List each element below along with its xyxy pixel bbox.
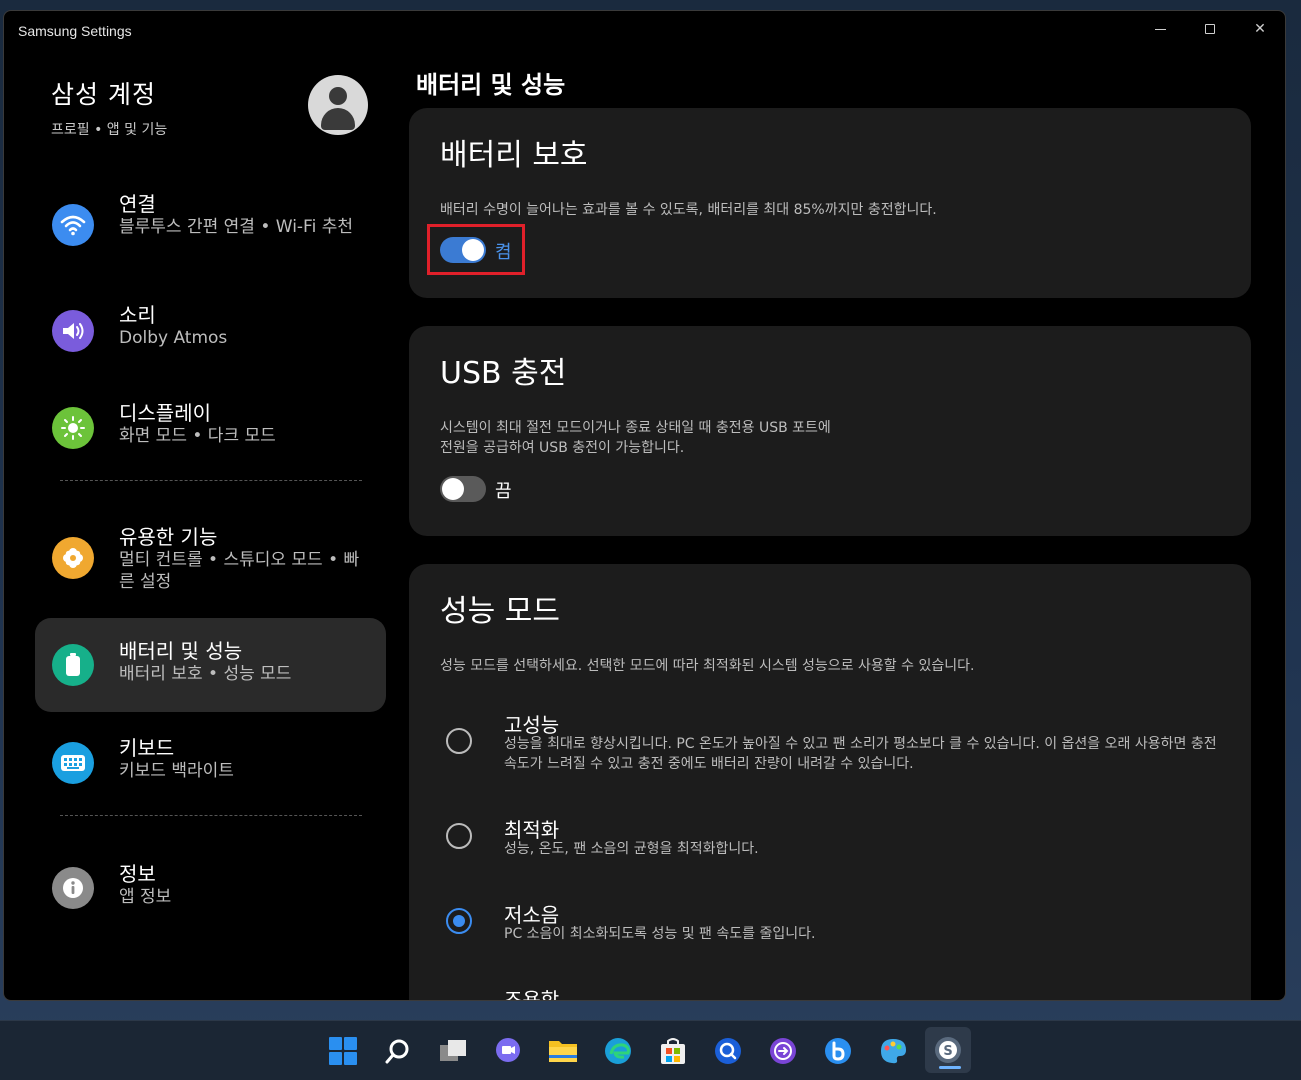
battery-protection-card: 배터리 보호 배터리 수명이 늘어나는 효과를 볼 수 있도록, 배터리를 최대… (409, 108, 1251, 298)
title-bar: Samsung Settings ✕ (4, 11, 1285, 51)
option-title: 조용함 (504, 988, 560, 1001)
sidebar-item-battery-performance[interactable]: 배터리 및 성능 배터리 보호 • 성능 모드 (35, 618, 386, 712)
task-view-icon[interactable] (435, 1033, 471, 1069)
sidebar: 삼성 계정 프로필 • 앱 및 기능 연결 블루투스 간편 연결 • Wi-Fi… (4, 51, 404, 1000)
quick-search-icon[interactable] (710, 1033, 746, 1069)
sun-icon (52, 407, 94, 449)
radio-dot (453, 915, 465, 927)
card-description: 전원을 공급하여 USB 충전이 가능합니다. (440, 440, 685, 456)
window-title: Samsung Settings (18, 23, 132, 39)
sidebar-item-display[interactable]: 디스플레이 화면 모드 • 다크 모드 (35, 391, 386, 465)
close-icon: ✕ (1254, 21, 1266, 37)
paint-icon[interactable] (875, 1033, 911, 1069)
toggle-label: 끔 (495, 481, 512, 502)
close-button[interactable]: ✕ (1237, 15, 1283, 43)
option-description: 성능을 최대로 향상시킵니다. PC 온도가 높아질 수 있고 팬 소리가 평소… (504, 736, 1217, 772)
usb-charging-card: USB 충전 시스템이 최대 절전 모드이거나 종료 상태일 때 충전용 USB… (409, 326, 1251, 536)
samsung-settings-window: Samsung Settings ✕ 삼성 계정 프로필 • 앱 및 기능 연결… (3, 10, 1286, 1001)
active-app-indicator (939, 1066, 961, 1069)
sidebar-item-info[interactable]: 정보 앱 정보 (35, 847, 386, 927)
flower-icon (52, 537, 94, 579)
wifi-icon (52, 204, 94, 246)
card-title: USB 충전 (440, 356, 567, 391)
sidebar-item-label: 배터리 및 성능 (119, 639, 243, 663)
card-description: 성능 모드를 선택하세요. 선택한 모드에 따라 최적화된 시스템 성능으로 사… (440, 658, 975, 674)
card-description: 시스템이 최대 절전 모드이거나 종료 상태일 때 충전용 USB 포트에 (440, 420, 831, 436)
sidebar-item-sub: 화면 모드 • 다크 모드 (119, 426, 276, 446)
sidebar-item-label: 디스플레이 (119, 401, 211, 425)
sidebar-item-label: 소리 (119, 303, 156, 327)
radio-button[interactable] (446, 908, 472, 934)
card-description: 배터리 수명이 늘어나는 효과를 볼 수 있도록, 배터리를 최대 85%까지만… (440, 202, 937, 218)
avatar-body (321, 108, 355, 130)
toggle-knob (462, 239, 484, 261)
page-title: 배터리 및 성능 (416, 71, 566, 99)
sidebar-item-sub: 배터리 보호 • 성능 모드 (119, 664, 292, 684)
quick-share-icon[interactable] (765, 1033, 801, 1069)
start-icon[interactable] (325, 1033, 361, 1069)
account-name: 삼성 계정 (51, 80, 156, 109)
performance-mode-card: 성능 모드 성능 모드를 선택하세요. 선택한 모드에 따라 최적화된 시스템 … (409, 564, 1251, 1001)
sidebar-item-label: 정보 (119, 862, 156, 886)
keyboard-icon (52, 742, 94, 784)
sidebar-item-sub: 앱 정보 (119, 887, 172, 907)
maximize-button[interactable] (1187, 15, 1233, 43)
sidebar-item-keyboard[interactable]: 키보드 키보드 백라이트 (35, 723, 386, 803)
search-icon[interactable] (380, 1033, 416, 1069)
sidebar-divider (60, 480, 362, 481)
toggle-label: 켬 (495, 242, 512, 263)
edge-icon[interactable] (600, 1033, 636, 1069)
sidebar-item-label: 유용한 기능 (119, 525, 218, 549)
samsung-settings-icon[interactable]: S (925, 1027, 971, 1073)
avatar-head (329, 87, 347, 105)
account-sub: 프로필 • 앱 및 기능 (51, 122, 168, 138)
radio-button[interactable] (446, 823, 472, 849)
chat-icon[interactable] (490, 1033, 526, 1069)
sidebar-item-sub: 블루투스 간편 연결 • Wi-Fi 추천 (119, 217, 354, 237)
minimize-button[interactable] (1137, 15, 1183, 43)
battery-protection-toggle[interactable] (440, 237, 486, 263)
card-title: 성능 모드 (440, 594, 560, 629)
sidebar-item-label: 연결 (119, 192, 156, 216)
sidebar-item-label: 키보드 (119, 736, 175, 760)
usb-charging-toggle[interactable] (440, 476, 486, 502)
sidebar-item-sub: Dolby Atmos (119, 328, 228, 348)
avatar[interactable] (308, 75, 368, 135)
minimize-icon (1154, 28, 1166, 30)
sidebar-item-useful-features[interactable]: 유용한 기능 멀티 컨트롤 • 스튜디오 모드 • 빠른 설정 (35, 511, 386, 605)
radio-button[interactable] (446, 728, 472, 754)
battery-icon (52, 644, 94, 686)
option-description: PC 소음이 최소화되도록 성능 및 팬 속도를 줄입니다. (504, 926, 816, 942)
main-content: 배터리 및 성능 배터리 보호 배터리 수명이 늘어나는 효과를 볼 수 있도록… (406, 51, 1285, 1000)
bixby-icon[interactable] (820, 1033, 856, 1069)
store-icon[interactable] (655, 1033, 691, 1069)
sidebar-item-sub: 멀티 컨트롤 • 스튜디오 모드 • 빠른 설정 (119, 550, 360, 592)
svg-text:S: S (943, 1044, 952, 1059)
maximize-icon (1205, 24, 1215, 34)
sidebar-divider (60, 815, 362, 816)
taskbar: S (0, 1020, 1301, 1080)
file-explorer-icon[interactable] (545, 1033, 581, 1069)
info-icon (52, 867, 94, 909)
speaker-icon (52, 310, 94, 352)
sidebar-item-sub: 키보드 백라이트 (119, 761, 234, 781)
sidebar-item-sound[interactable]: 소리 Dolby Atmos (35, 295, 386, 367)
samsung-account[interactable]: 삼성 계정 프로필 • 앱 및 기능 (51, 75, 167, 139)
card-title: 배터리 보호 (440, 138, 588, 173)
sidebar-item-connection[interactable]: 연결 블루투스 간편 연결 • Wi-Fi 추천 (35, 179, 386, 271)
toggle-knob (442, 478, 464, 500)
option-description: 성능, 온도, 팬 소음의 균형을 최적화합니다. (504, 841, 759, 857)
